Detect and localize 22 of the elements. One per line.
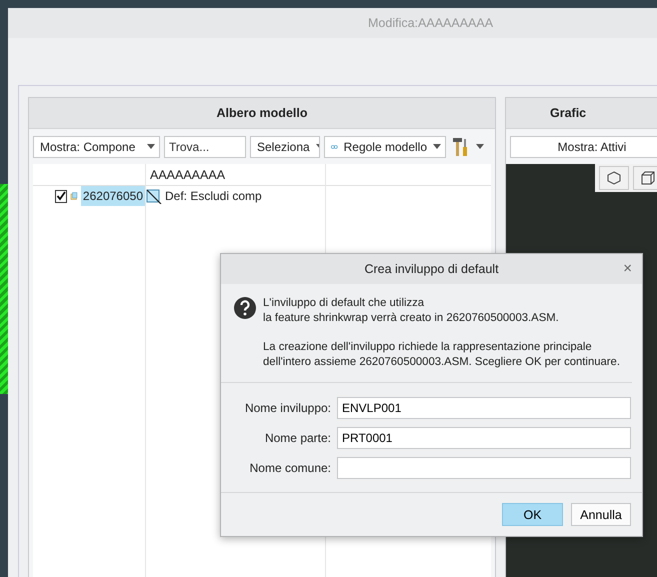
column-header: AAAAAAAAA	[145, 164, 325, 186]
note-text: La creazione dell'inviluppo richiede la rappresentazione principale dell'intero assieme 2620760500003.ASM. Scegliere OK per continuare.	[263, 340, 620, 370]
panel-title: Albero modello	[29, 98, 495, 129]
input-field[interactable]: PRT0001	[337, 427, 631, 449]
show-dropdown[interactable]: Mostra: Attivi	[510, 136, 657, 158]
table-cell: Def: Escludi comp	[165, 189, 262, 203]
field-label: Nome parte:	[264, 431, 331, 445]
dropdown[interactable]: Mostra: Compone	[33, 136, 160, 158]
close-button[interactable]: ×	[621, 260, 634, 277]
ok-button[interactable]: OK	[502, 503, 563, 526]
field-label: Nome comune:	[248, 461, 331, 475]
window-title: Modifica:AAAAAAAAA	[368, 16, 494, 30]
cancel-button[interactable]: Annulla	[571, 503, 631, 526]
tree-item[interactable]: 262076050	[80, 186, 145, 206]
rules-dropdown[interactable]: Regole modello	[324, 136, 446, 158]
panel-title: Grafic	[506, 98, 657, 129]
message-text: L'inviluppo di default che utilizza la feature shrinkwrap verrà creato in 2620760500003.ASM.	[263, 296, 560, 326]
dialog-title: Crea inviluppo di default	[364, 262, 499, 276]
field-label: Nome inviluppo:	[244, 401, 331, 415]
input-field[interactable]: ENVLP001	[337, 397, 631, 419]
search-field[interactable]: Trova...	[164, 136, 246, 158]
dropdown[interactable]: Seleziona	[250, 136, 320, 158]
